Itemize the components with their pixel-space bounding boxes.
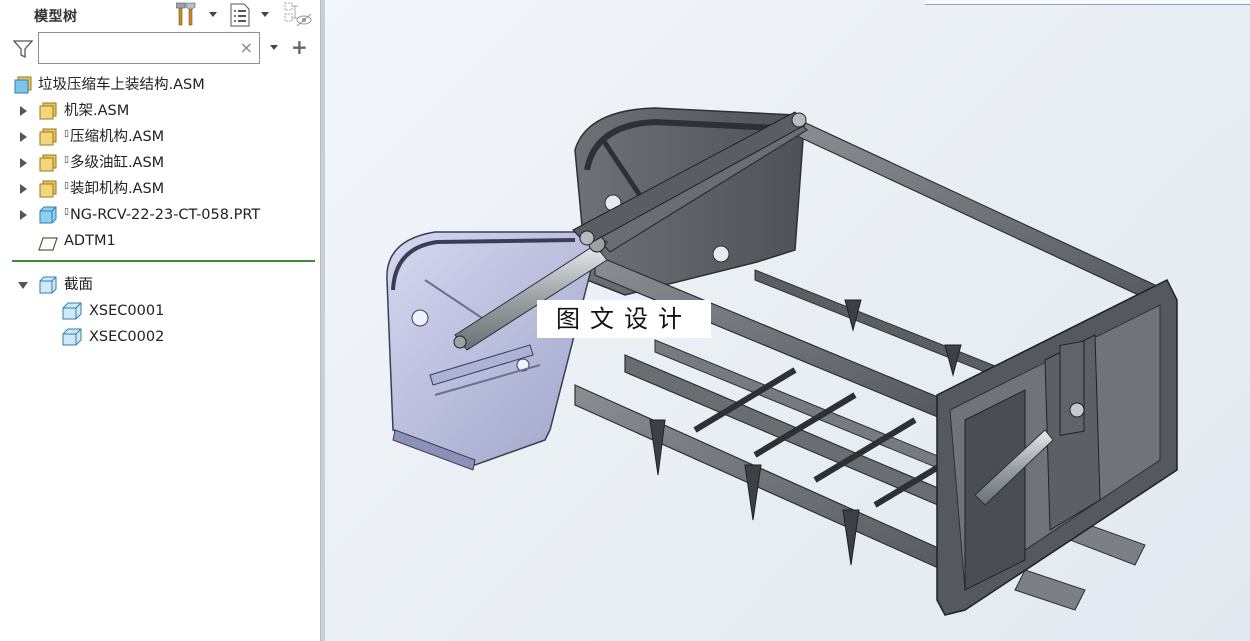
front-tailgate-frame — [936, 278, 1178, 616]
show-hide-icon[interactable] — [284, 2, 312, 32]
expand-arrow-icon[interactable] — [20, 184, 27, 194]
status-marker: ▯ — [64, 181, 69, 191]
tree-item-label: 截面 — [64, 277, 93, 293]
tree-item-datum[interactable]: ADTM1 — [20, 228, 320, 254]
panel-title: 模型树 — [34, 9, 78, 25]
section-icon — [62, 328, 82, 355]
tree-display-icon[interactable] — [230, 3, 250, 31]
expand-arrow-icon[interactable] — [20, 158, 27, 168]
tree-item-xsec[interactable]: XSEC0002 — [62, 324, 312, 350]
collapse-arrow-icon[interactable] — [18, 282, 28, 289]
tree-divider — [12, 260, 315, 262]
graphics-viewport[interactable]: 图文设计 — [325, 0, 1250, 641]
tree-display-dropdown-arrow[interactable] — [261, 12, 269, 17]
tree-item-loading-mechanism[interactable]: ▯装卸机构.ASM — [20, 176, 320, 202]
tree-item-label: XSEC0001 — [89, 303, 165, 319]
tree-item-label: NG-RCV-22-23-CT-058.PRT — [69, 207, 261, 223]
search-input[interactable] — [43, 37, 243, 61]
expand-arrow-icon[interactable] — [20, 132, 27, 142]
search-dropdown-arrow[interactable] — [270, 45, 278, 50]
tree-item-frame[interactable]: 机架.ASM — [20, 98, 320, 124]
tree-item-compression-mechanism[interactable]: ▯压缩机构.ASM — [20, 124, 320, 150]
filter-icon[interactable] — [12, 39, 34, 63]
expand-arrow-icon[interactable] — [20, 106, 27, 116]
tree-item-label: 压缩机构.ASM — [69, 129, 165, 145]
tree-item-sections[interactable]: 截面 — [18, 272, 318, 298]
tree-root-label: 垃圾压缩车上装结构.ASM — [38, 77, 205, 93]
tree-item-label: 机架.ASM — [64, 103, 130, 119]
datum-plane-icon — [38, 234, 58, 260]
cad-model-render[interactable] — [325, 0, 1250, 641]
search-box[interactable]: × — [38, 32, 260, 64]
tree-item-label: ADTM1 — [64, 233, 116, 249]
tree-item-multistage-cylinder[interactable]: ▯多级油缸.ASM — [20, 150, 320, 176]
status-marker: ▯ — [64, 207, 69, 217]
hammer-settings-icon[interactable] — [175, 2, 200, 32]
settings-dropdown-arrow[interactable] — [209, 12, 217, 17]
status-marker: ▯ — [64, 129, 69, 139]
tree-item-label: 多级油缸.ASM — [69, 155, 165, 171]
watermark-label: 图文设计 — [537, 300, 711, 338]
section-icon — [39, 276, 57, 303]
tree-item-label: 装卸机构.ASM — [69, 181, 165, 197]
tree-item-xsec[interactable]: XSEC0001 — [62, 298, 312, 324]
status-marker: ▯ — [64, 155, 69, 165]
clear-search-icon[interactable]: × — [240, 38, 253, 58]
tree-item-label: XSEC0002 — [89, 329, 165, 345]
add-filter-button[interactable]: + — [291, 36, 308, 58]
model-tree-panel: 模型树 × + 垃圾压缩车上装结构.ASM 机架.ASM ▯压缩机构.ASM ▯… — [0, 0, 320, 641]
tree-item-part[interactable]: ▯NG-RCV-22-23-CT-058.PRT — [20, 202, 320, 228]
expand-arrow-icon[interactable] — [20, 210, 27, 220]
